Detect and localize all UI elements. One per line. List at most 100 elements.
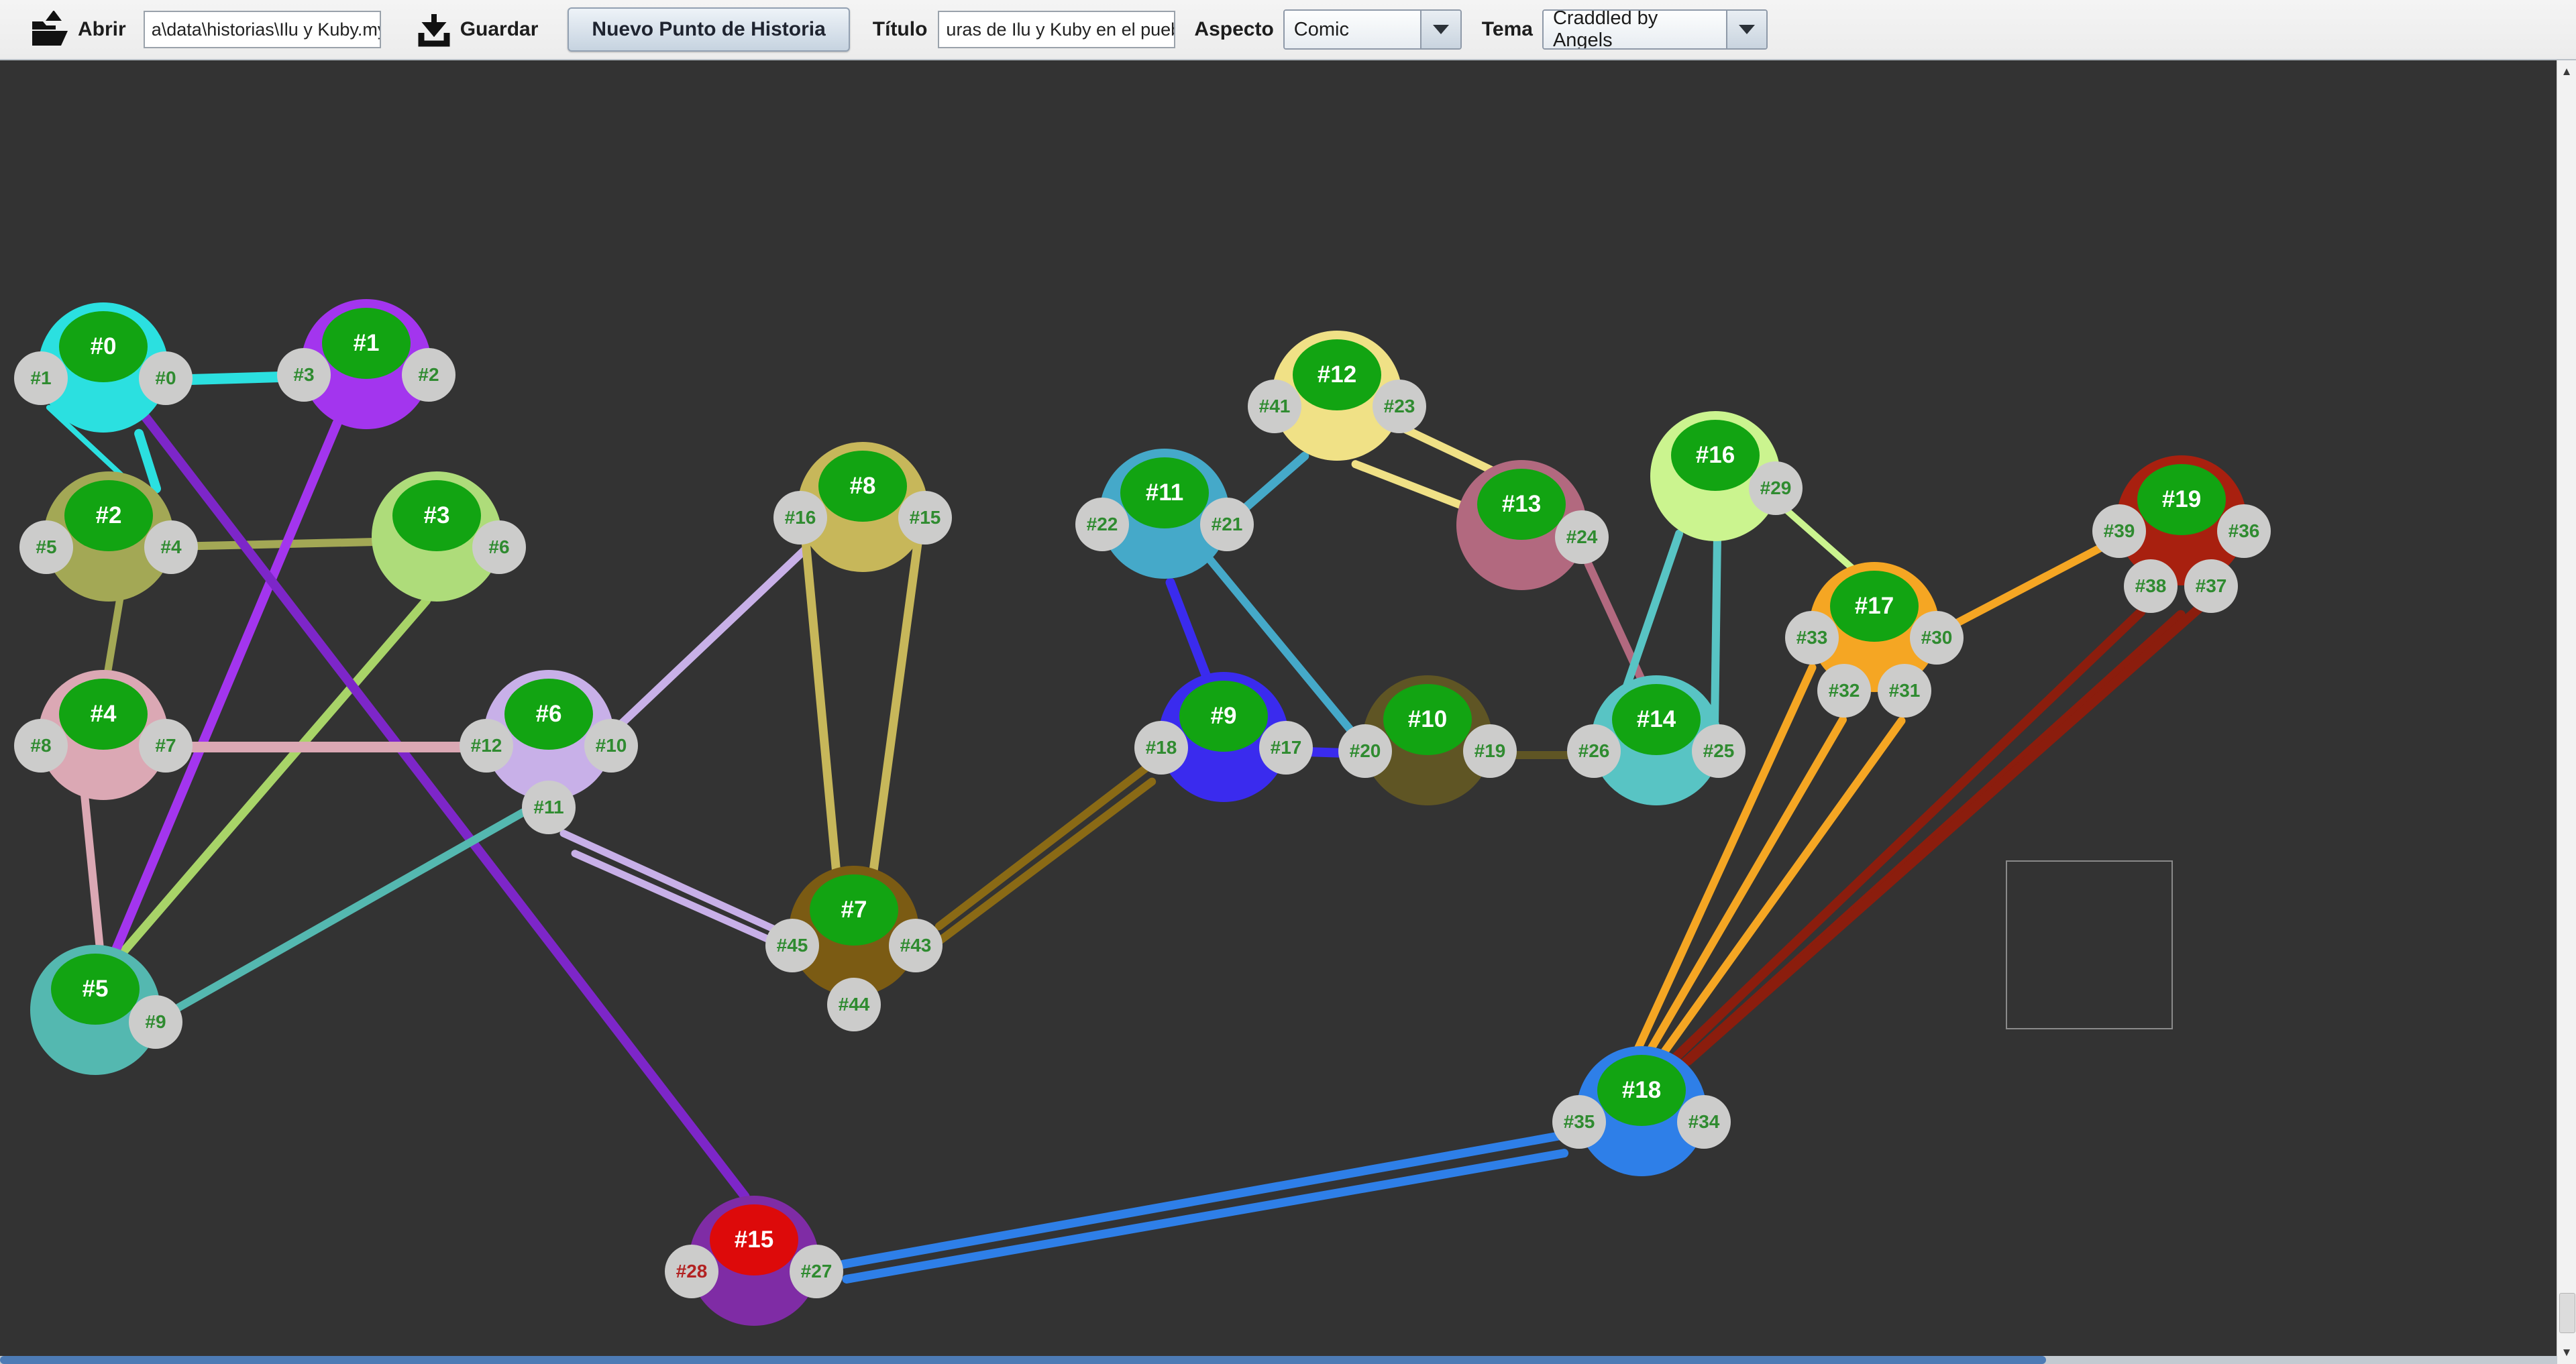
- save-download-icon[interactable]: [415, 10, 453, 49]
- node-label: #12: [1293, 339, 1381, 410]
- node-connector[interactable]: #28: [665, 1245, 718, 1298]
- story-graph-canvas[interactable]: #0#1#0#1#3#2#2#5#4#3#6#4#8#7#5#9#6#12#10…: [0, 60, 2557, 1364]
- node-connector[interactable]: #7: [139, 719, 193, 773]
- node-connector[interactable]: #45: [765, 919, 819, 972]
- node-connector[interactable]: #41: [1248, 380, 1301, 433]
- node-label: #18: [1597, 1055, 1686, 1126]
- node-label: #14: [1612, 684, 1701, 755]
- edge-line: [156, 801, 539, 1023]
- node-label: #2: [64, 480, 153, 551]
- horizontal-scrollbar-thumb[interactable]: [0, 1356, 2046, 1364]
- node-label: #0: [59, 311, 148, 382]
- node-label: #19: [2137, 464, 2226, 535]
- theme-dropdown-arrow-icon[interactable]: [1726, 11, 1766, 48]
- node-connector[interactable]: #5: [19, 520, 73, 574]
- node-connector[interactable]: #18: [1134, 721, 1188, 775]
- node-connector[interactable]: #25: [1692, 724, 1746, 778]
- edge-line: [838, 1131, 1565, 1269]
- node-label: #8: [818, 451, 907, 522]
- edge-line: [171, 538, 376, 551]
- node-connector[interactable]: #0: [139, 351, 193, 405]
- node-connector[interactable]: #1: [14, 351, 68, 405]
- node-connector[interactable]: #23: [1373, 380, 1426, 433]
- aspect-label: Aspecto: [1194, 18, 1273, 41]
- file-path-input[interactable]: a\data\historias\Ilu y Kuby.mya: [144, 11, 381, 48]
- node-label: #10: [1383, 684, 1472, 755]
- node-connector[interactable]: #19: [1463, 724, 1517, 778]
- toolbar: Abrir a\data\historias\Ilu y Kuby.mya Gu…: [0, 0, 2576, 60]
- node-connector[interactable]: #24: [1555, 510, 1609, 564]
- node-connector[interactable]: #27: [790, 1245, 843, 1298]
- node-connector[interactable]: #39: [2092, 504, 2146, 558]
- node-connector[interactable]: #33: [1785, 611, 1839, 665]
- node-connector[interactable]: #15: [898, 491, 952, 545]
- node-connector[interactable]: #32: [1817, 664, 1871, 718]
- vertical-scrollbar[interactable]: ▲ ▼: [2557, 60, 2576, 1364]
- aspect-dropdown-arrow-icon[interactable]: [1420, 11, 1460, 48]
- file-path-value: a\data\historias\Ilu y Kuby.mya: [152, 19, 381, 40]
- node-connector[interactable]: #21: [1200, 498, 1254, 551]
- scroll-down-arrow-icon[interactable]: ▼: [2557, 1341, 2576, 1364]
- node-connector[interactable]: #34: [1677, 1095, 1731, 1149]
- node-connector[interactable]: #12: [460, 719, 513, 773]
- node-connector[interactable]: #3: [277, 348, 331, 402]
- open-button-label[interactable]: Abrir: [78, 18, 126, 41]
- aspect-selected-value: Comic: [1285, 11, 1420, 48]
- node-connector[interactable]: #20: [1338, 724, 1392, 778]
- title-input[interactable]: uras de Ilu y Kuby en el pueblo: [938, 11, 1175, 48]
- theme-combobox[interactable]: Craddled by Angels: [1542, 9, 1768, 50]
- node-connector[interactable]: #26: [1567, 724, 1621, 778]
- node-connector[interactable]: #9: [129, 995, 182, 1049]
- node-label: #5: [51, 954, 140, 1025]
- edge-line: [104, 593, 125, 675]
- edge-line: [1711, 536, 1721, 724]
- node-connector[interactable]: #16: [773, 491, 827, 545]
- theme-selected-value: Craddled by Angels: [1544, 11, 1726, 48]
- node-label: #4: [59, 679, 148, 750]
- node-connector[interactable]: #6: [472, 520, 526, 574]
- edge-line: [1164, 576, 1213, 684]
- edge-line: [933, 760, 1155, 932]
- node-connector[interactable]: #38: [2124, 559, 2178, 613]
- node-connector[interactable]: #10: [584, 719, 638, 773]
- edge-line: [922, 776, 1157, 956]
- node-connector[interactable]: #36: [2217, 504, 2271, 558]
- node-connector[interactable]: #37: [2184, 559, 2238, 613]
- node-connector[interactable]: #17: [1259, 721, 1313, 775]
- node-label: #13: [1477, 469, 1566, 540]
- node-connector[interactable]: #8: [14, 719, 68, 773]
- node-connector[interactable]: #4: [144, 520, 198, 574]
- node-connector[interactable]: #43: [889, 919, 943, 972]
- vertical-scrollbar-thumb[interactable]: [2559, 1293, 2575, 1333]
- aspect-combobox[interactable]: Comic: [1283, 9, 1462, 50]
- node-label: #7: [810, 874, 898, 946]
- node-label: #9: [1179, 681, 1268, 752]
- node-connector[interactable]: #2: [402, 348, 455, 402]
- theme-label: Tema: [1482, 18, 1533, 41]
- edge-line: [842, 1148, 1569, 1284]
- open-folder-icon[interactable]: [28, 11, 70, 48]
- node-label: #17: [1830, 571, 1919, 642]
- scroll-up-arrow-icon[interactable]: ▲: [2557, 60, 2576, 83]
- edge-line: [80, 787, 105, 956]
- node-connector[interactable]: #11: [522, 781, 576, 834]
- edge-line: [162, 742, 488, 752]
- edge-line: [570, 848, 788, 950]
- node-connector[interactable]: #31: [1878, 664, 1931, 718]
- edge-line: [801, 532, 843, 895]
- horizontal-scrollbar[interactable]: [0, 1356, 2557, 1364]
- node-connector[interactable]: #29: [1749, 461, 1803, 515]
- edge-line: [611, 544, 811, 734]
- new-story-point-label: Nuevo Punto de Historia: [592, 18, 825, 41]
- node-label: #16: [1671, 420, 1760, 491]
- node-connector[interactable]: #44: [827, 978, 881, 1031]
- node-label: #15: [710, 1204, 798, 1275]
- save-button-label[interactable]: Guardar: [460, 18, 539, 41]
- node-connector[interactable]: #22: [1075, 498, 1129, 551]
- node-connector[interactable]: #30: [1910, 611, 1964, 665]
- empty-selection-box: [2006, 860, 2173, 1029]
- new-story-point-button[interactable]: Nuevo Punto de Historia: [568, 7, 849, 52]
- node-label: #11: [1120, 457, 1209, 528]
- node-connector[interactable]: #35: [1552, 1095, 1606, 1149]
- title-label: Título: [873, 18, 928, 41]
